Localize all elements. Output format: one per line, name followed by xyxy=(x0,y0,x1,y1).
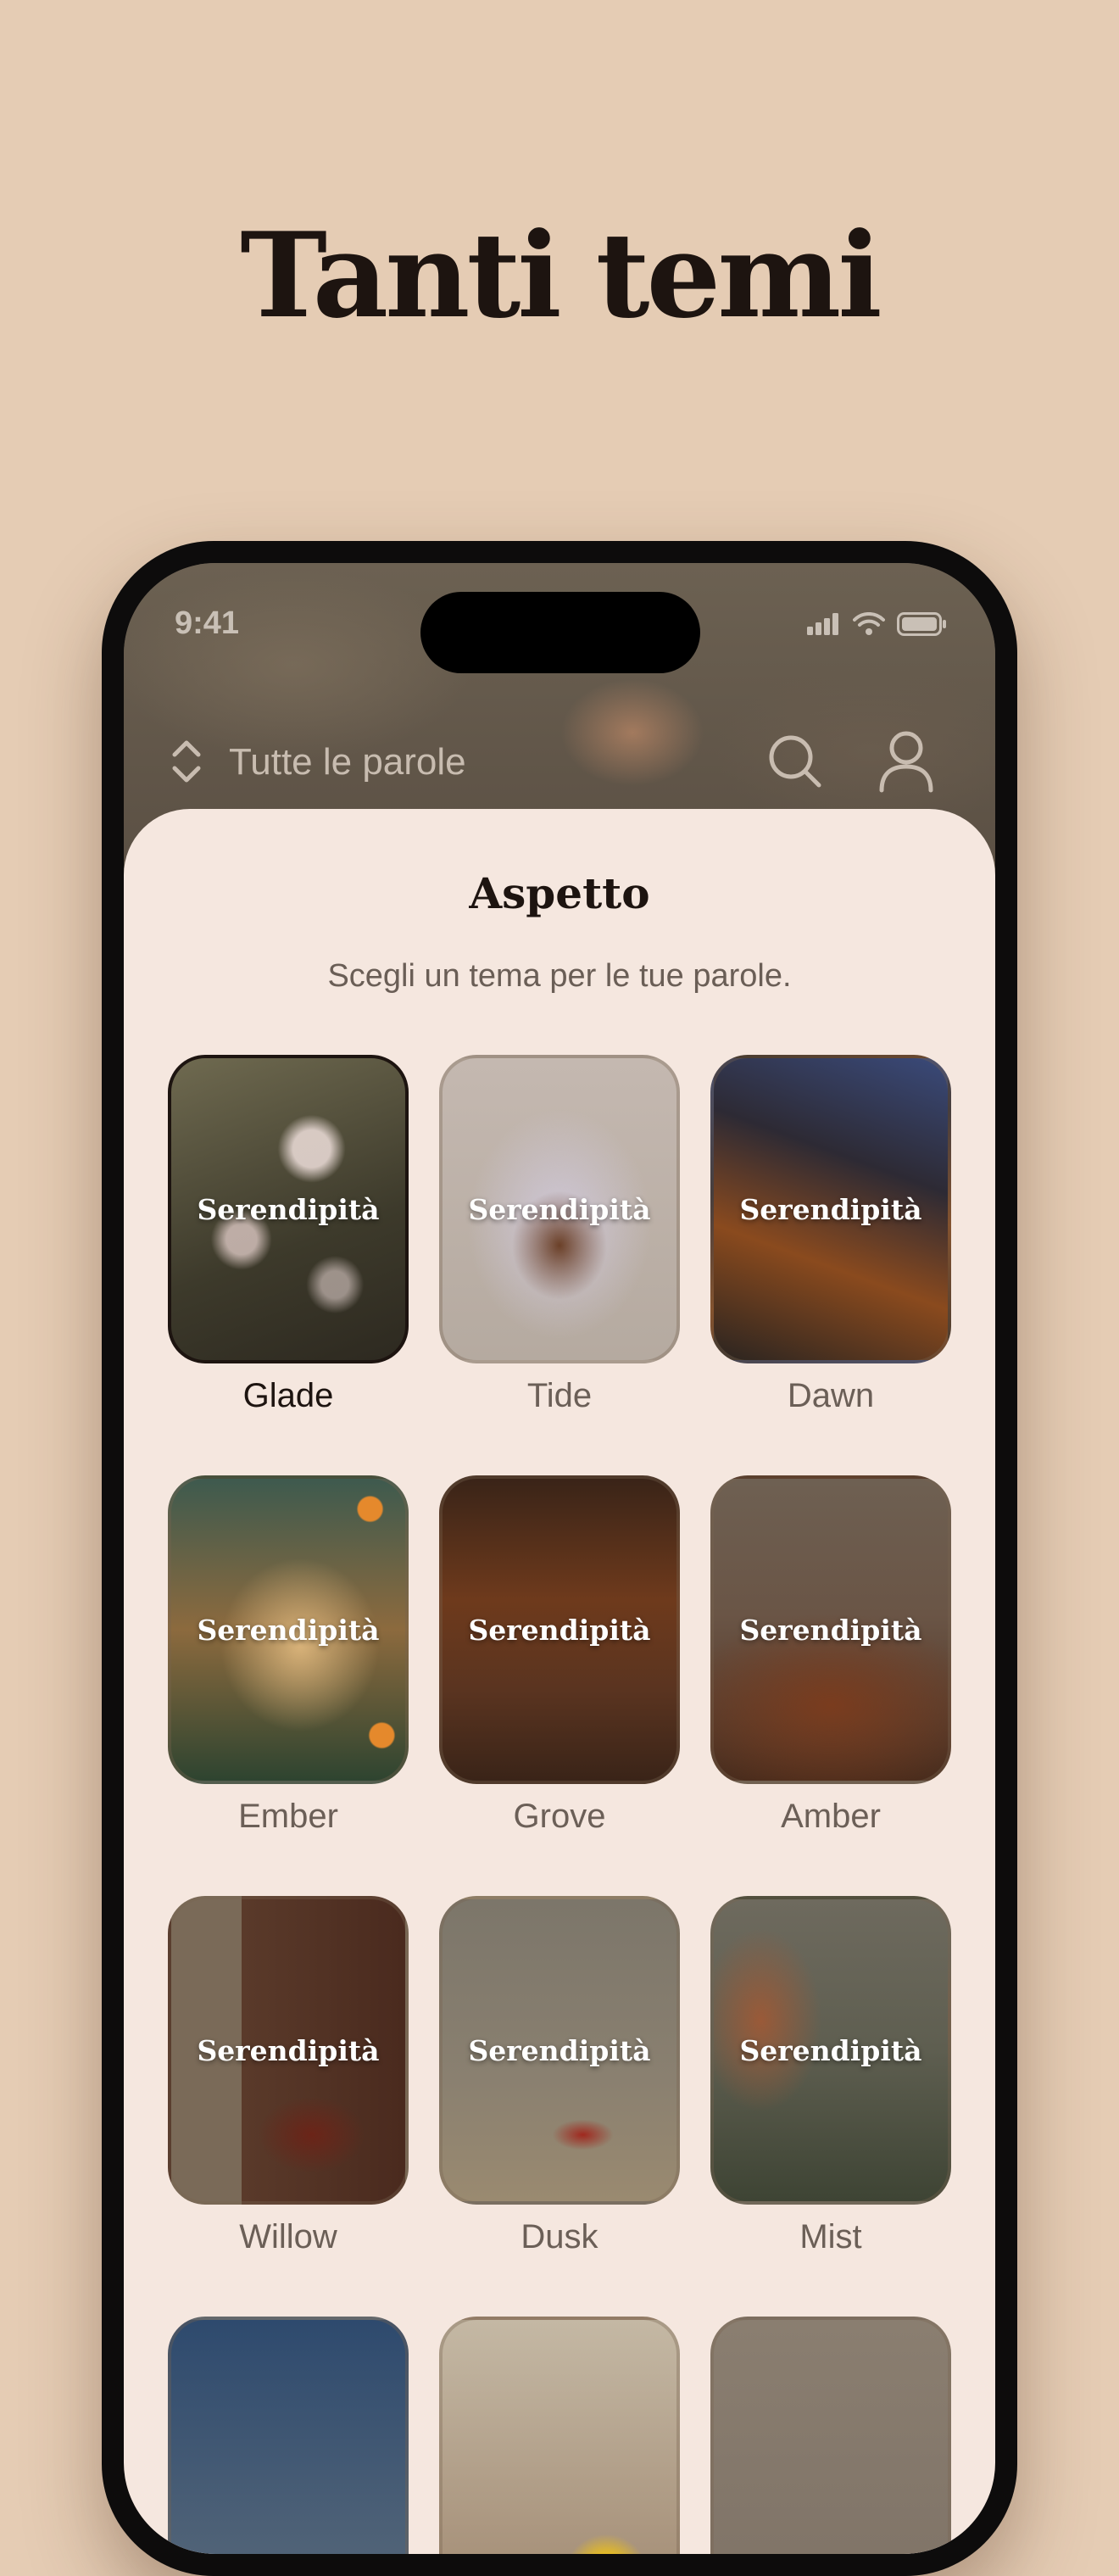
theme-label: Grove xyxy=(513,1798,606,1835)
theme-card-ember[interactable]: Serendipità Ember xyxy=(168,1475,409,1848)
status-time: 9:41 xyxy=(175,605,240,641)
theme-thumbnail[interactable]: Serendipità xyxy=(168,1896,409,2205)
theme-card-partial[interactable] xyxy=(710,2317,951,2554)
theme-card-amber[interactable]: Serendipità Amber xyxy=(710,1475,951,1848)
theme-thumbnail[interactable]: Serendipità xyxy=(168,1055,409,1363)
theme-thumbnail[interactable]: Serendipità xyxy=(710,1055,951,1363)
theme-label: Glade xyxy=(242,1377,334,1414)
theme-card-grove[interactable]: Serendipità Grove xyxy=(439,1475,680,1848)
theme-preview-word: Serendipità xyxy=(197,1192,380,1226)
search-icon[interactable] xyxy=(765,731,826,792)
app-bar: Tutte le parole xyxy=(124,719,995,804)
theme-thumbnail[interactable] xyxy=(168,2317,409,2554)
theme-card-dusk[interactable]: Serendipità Dusk xyxy=(439,1896,680,2269)
theme-preview-word: Serendipità xyxy=(739,1613,922,1647)
status-icons xyxy=(807,612,948,636)
dynamic-island xyxy=(420,592,700,673)
theme-preview-word: Serendipità xyxy=(468,1613,651,1647)
chevron-updown-icon[interactable] xyxy=(168,734,205,789)
theme-label: Willow xyxy=(239,2218,337,2255)
theme-label: Ember xyxy=(238,1798,338,1835)
theme-thumbnail[interactable]: Serendipità xyxy=(439,1896,680,2205)
theme-preview-word: Serendipità xyxy=(197,1613,380,1647)
theme-preview-word: Serendipità xyxy=(468,2033,651,2067)
theme-card-partial[interactable] xyxy=(168,2317,409,2554)
theme-thumbnail[interactable]: Serendipità xyxy=(710,1475,951,1784)
theme-grid: Serendipità Glade Serendipità Tide Seren… xyxy=(168,1055,951,2554)
battery-icon xyxy=(897,612,946,636)
theme-label: Dusk xyxy=(521,2218,598,2255)
theme-thumbnail[interactable]: Serendipità xyxy=(439,1055,680,1363)
theme-label: Mist xyxy=(799,2218,862,2255)
theme-label: Dawn xyxy=(787,1377,875,1414)
sheet-title: Aspetto xyxy=(469,868,650,918)
theme-preview-word: Serendipità xyxy=(468,1192,651,1226)
theme-thumbnail[interactable]: Serendipità xyxy=(168,1475,409,1784)
theme-card-partial[interactable] xyxy=(439,2317,680,2554)
theme-card-mist[interactable]: Serendipità Mist xyxy=(710,1896,951,2269)
theme-thumbnail[interactable] xyxy=(439,2317,680,2554)
theme-preview-word: Serendipità xyxy=(739,1192,922,1226)
marketing-headline: Tanti temi xyxy=(240,206,882,344)
profile-icon[interactable] xyxy=(877,729,936,794)
phone-screen: 9:41 Tutte le parole Aspetto Scegli un t… xyxy=(124,563,995,2554)
wifi-icon xyxy=(853,612,885,635)
theme-card-tide[interactable]: Serendipità Tide xyxy=(439,1055,680,1428)
theme-thumbnail[interactable]: Serendipità xyxy=(439,1475,680,1784)
phone-frame: 9:41 Tutte le parole Aspetto Scegli un t… xyxy=(102,541,1017,2576)
theme-label: Tide xyxy=(526,1377,593,1414)
signal-icon xyxy=(807,613,838,635)
theme-card-dawn[interactable]: Serendipità Dawn xyxy=(710,1055,951,1428)
theme-preview-word: Serendipità xyxy=(197,2033,380,2067)
theme-card-glade[interactable]: Serendipità Glade xyxy=(168,1055,409,1428)
word-list-selector[interactable]: Tutte le parole xyxy=(229,741,466,783)
appearance-sheet: Aspetto Scegli un tema per le tue parole… xyxy=(124,809,995,2554)
theme-preview-word: Serendipità xyxy=(739,2033,922,2067)
sheet-subtitle: Scegli un tema per le tue parole. xyxy=(327,958,792,994)
theme-label: Amber xyxy=(781,1798,881,1835)
theme-card-willow[interactable]: Serendipità Willow xyxy=(168,1896,409,2269)
theme-thumbnail[interactable]: Serendipità xyxy=(710,1896,951,2205)
theme-thumbnail[interactable] xyxy=(710,2317,951,2554)
